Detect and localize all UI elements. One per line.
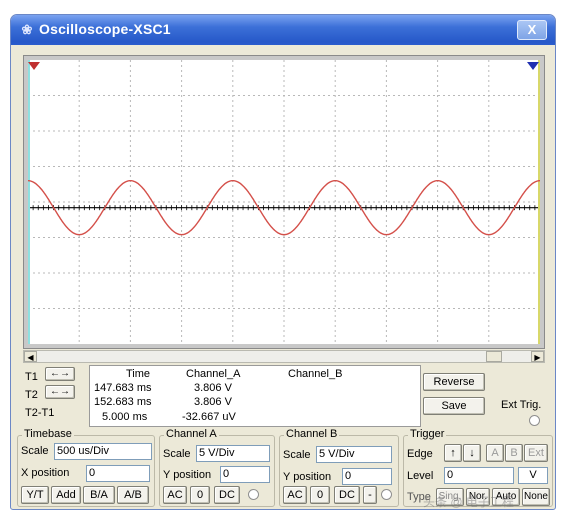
channel-b-ac-button[interactable]: AC bbox=[283, 486, 307, 504]
t1-label: T1 bbox=[25, 371, 38, 383]
header-time: Time bbox=[126, 368, 151, 380]
oscilloscope-window: ❀ Oscilloscope-XSC1 X ◀ ▶ T1 ←→ T2 ←→ T2… bbox=[10, 14, 556, 510]
title-bar[interactable]: ❀ Oscilloscope-XSC1 X bbox=[11, 15, 555, 45]
measurement-readout: Time Channel_A Channel_B 147.683 ms 3.80… bbox=[89, 365, 421, 427]
channel-a-dc-button[interactable]: DC bbox=[214, 486, 240, 504]
channel-b-zero-button[interactable]: 0 bbox=[310, 486, 330, 504]
close-button[interactable]: X bbox=[517, 20, 547, 40]
channel-a-ypos-label: Y position bbox=[163, 469, 212, 481]
delta-time: 5.000 ms bbox=[102, 411, 148, 423]
scroll-thumb[interactable] bbox=[486, 351, 502, 362]
channel-a-ypos-field[interactable]: 0 bbox=[220, 466, 270, 483]
delta-channel-a: -32.667 uV bbox=[182, 411, 236, 423]
channel-b-scale-field[interactable]: 5 V/Div bbox=[316, 446, 392, 463]
trigger-b-button[interactable]: B bbox=[505, 444, 523, 462]
trigger-level-unit[interactable]: V bbox=[518, 467, 548, 484]
falling-edge-icon: ↓ bbox=[469, 447, 475, 459]
waveform-plot bbox=[28, 60, 540, 344]
watermark: 头条 @ 电子工程 bbox=[423, 495, 514, 509]
cursor-t2-marker bbox=[527, 62, 539, 70]
trigger-level-field[interactable]: 0 bbox=[444, 467, 514, 484]
t2-move-arrows[interactable]: ←→ bbox=[45, 385, 75, 399]
left-right-arrow-icon: ←→ bbox=[50, 368, 70, 379]
channel-b-ypos-field[interactable]: 0 bbox=[342, 468, 392, 485]
channel-a-scale-label: Scale bbox=[163, 448, 191, 460]
channel-b-minus-button[interactable]: - bbox=[363, 486, 377, 504]
horizontal-scrollbar[interactable]: ◀ ▶ bbox=[23, 350, 545, 363]
t1-channel-a: 3.806 V bbox=[194, 382, 232, 394]
channel-b-group: Channel B Scale 5 V/Div Y position 0 AC … bbox=[279, 428, 399, 507]
level-label: Level bbox=[407, 470, 434, 482]
scroll-left-icon[interactable]: ◀ bbox=[24, 351, 37, 362]
t1-time: 147.683 ms bbox=[94, 382, 152, 394]
close-icon: X bbox=[527, 22, 537, 37]
trigger-a-button[interactable]: A bbox=[486, 444, 504, 462]
timebase-title: Timebase bbox=[22, 428, 74, 440]
reverse-button[interactable]: Reverse bbox=[423, 373, 485, 391]
header-channel-a: Channel_A bbox=[186, 368, 241, 380]
none-button[interactable]: None bbox=[522, 488, 550, 506]
timebase-group: Timebase Scale 500 us/Div X position 0 Y… bbox=[17, 428, 155, 507]
oscilloscope-display bbox=[27, 59, 541, 345]
falling-edge-button[interactable]: ↓ bbox=[463, 444, 481, 462]
t2-time: 152.683 ms bbox=[94, 396, 152, 408]
ba-mode-button[interactable]: B/A bbox=[83, 486, 115, 504]
channel-b-dc-button[interactable]: DC bbox=[334, 486, 360, 504]
timebase-scale-field[interactable]: 500 us/Div bbox=[54, 443, 152, 460]
rising-edge-button[interactable]: ↑ bbox=[444, 444, 462, 462]
ext-trig-radio[interactable] bbox=[529, 415, 540, 426]
channel-b-ypos-label: Y position bbox=[283, 471, 332, 483]
channel-a-radio[interactable] bbox=[248, 489, 259, 500]
yt-mode-button[interactable]: Y/T bbox=[21, 486, 49, 504]
oscilloscope-icon: ❀ bbox=[21, 22, 33, 37]
x-position-field[interactable]: 0 bbox=[86, 465, 150, 482]
channel-a-title: Channel A bbox=[164, 428, 219, 440]
ext-trig-label: Ext Trig. bbox=[501, 399, 542, 411]
channel-a-ac-button[interactable]: AC bbox=[163, 486, 187, 504]
t2-channel-a: 3.806 V bbox=[194, 396, 232, 408]
rising-edge-icon: ↑ bbox=[450, 447, 456, 459]
channel-a-scale-field[interactable]: 5 V/Div bbox=[196, 445, 270, 462]
scroll-right-icon[interactable]: ▶ bbox=[531, 351, 544, 362]
x-position-label: X position bbox=[21, 467, 70, 479]
left-right-arrow-icon: ←→ bbox=[50, 386, 70, 397]
channel-b-scale-label: Scale bbox=[283, 449, 311, 461]
t2-label: T2 bbox=[25, 389, 38, 401]
add-mode-button[interactable]: Add bbox=[51, 486, 81, 504]
channel-a-zero-button[interactable]: 0 bbox=[190, 486, 210, 504]
trigger-title: Trigger bbox=[408, 428, 447, 440]
header-channel-b: Channel_B bbox=[288, 368, 343, 380]
edge-label: Edge bbox=[407, 448, 433, 460]
display-frame bbox=[23, 55, 545, 349]
t2-t1-label: T2-T1 bbox=[25, 407, 55, 419]
trigger-ext-button[interactable]: Ext bbox=[524, 444, 548, 462]
channel-b-title: Channel B bbox=[284, 428, 340, 440]
channel-a-group: Channel A Scale 5 V/Div Y position 0 AC … bbox=[159, 428, 275, 507]
save-button[interactable]: Save bbox=[423, 397, 485, 415]
window-title: Oscilloscope-XSC1 bbox=[39, 21, 171, 37]
t1-move-arrows[interactable]: ←→ bbox=[45, 367, 75, 381]
ab-mode-button[interactable]: A/B bbox=[117, 486, 149, 504]
timebase-scale-label: Scale bbox=[21, 445, 49, 457]
channel-b-radio[interactable] bbox=[381, 489, 392, 500]
